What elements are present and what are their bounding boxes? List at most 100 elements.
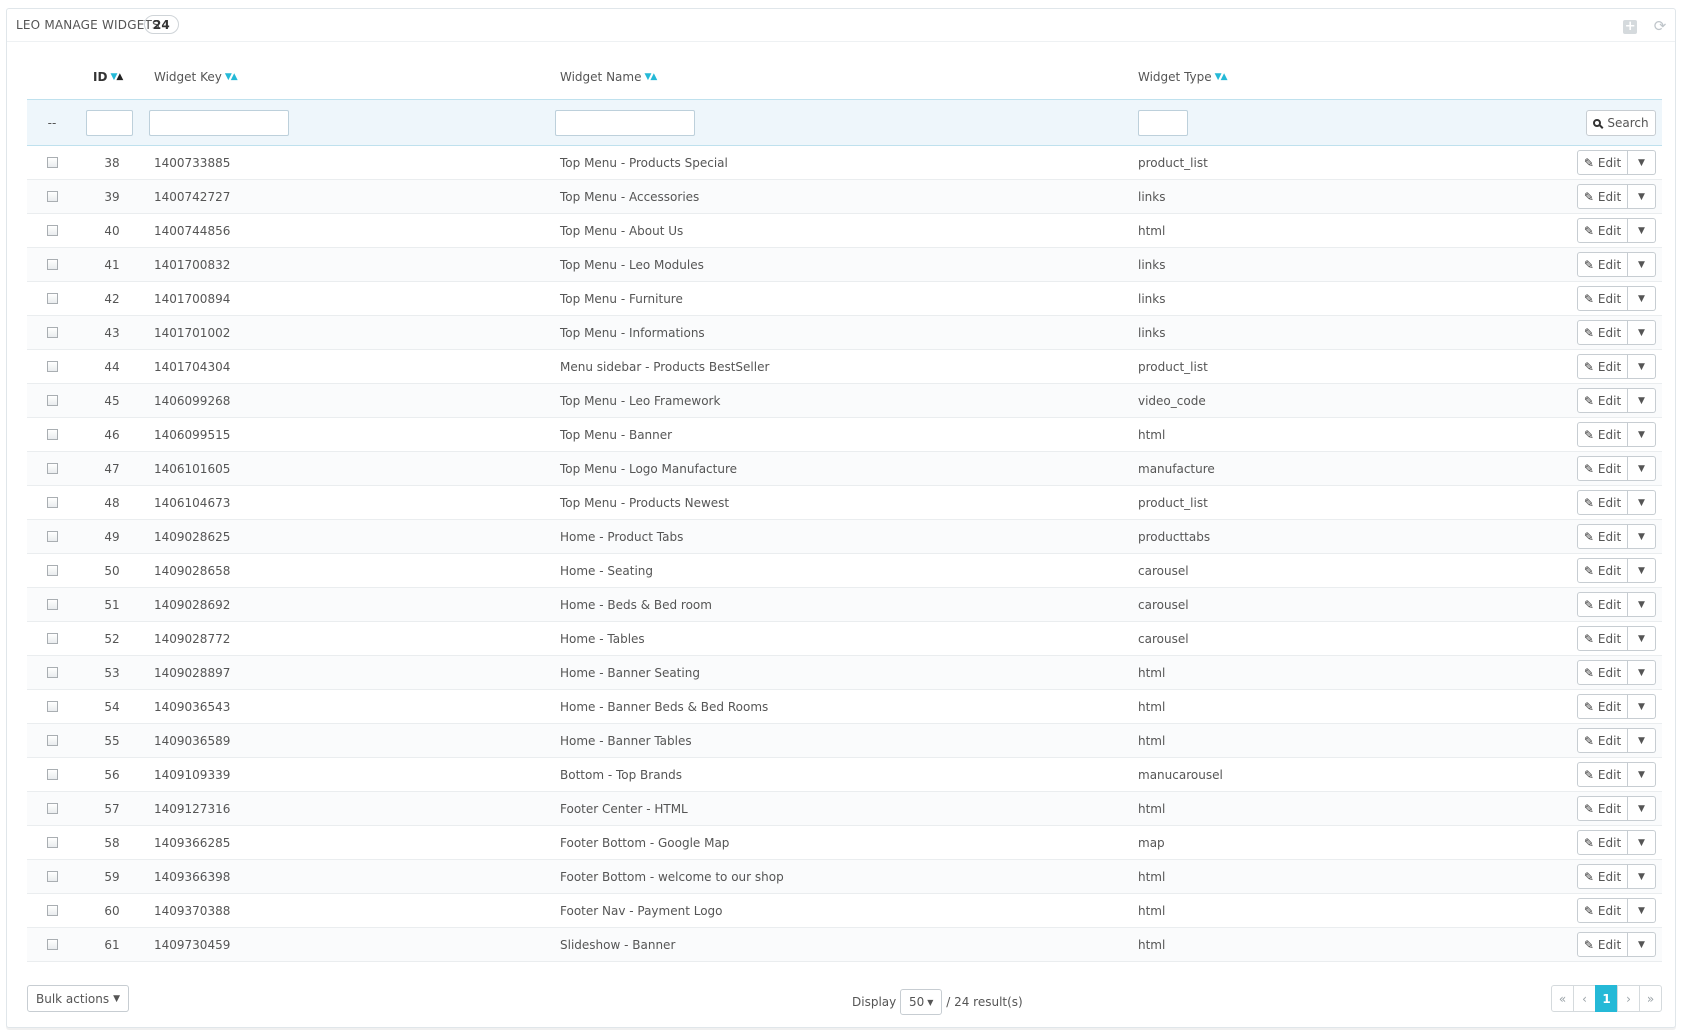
bulk-actions-button[interactable]: Bulk actions ▼ xyxy=(27,985,130,1012)
sort-icon[interactable]: ▼▲ xyxy=(644,72,657,82)
pagination: « ‹ 1 › » xyxy=(1551,985,1662,1012)
edit-button[interactable]: ✎ Edit xyxy=(1577,626,1628,651)
per-page-select[interactable]: 50 ▼ xyxy=(900,989,943,1015)
row-checkbox-cell xyxy=(41,826,63,859)
row-checkbox[interactable] xyxy=(46,497,58,508)
widget-name-filter-input[interactable] xyxy=(555,109,695,136)
caret-down-icon: ▼ xyxy=(1638,327,1645,338)
row-checkbox[interactable] xyxy=(46,463,58,474)
row-checkbox[interactable] xyxy=(46,225,58,236)
column-header-widget-key[interactable]: Widget Key ▼▲ xyxy=(154,55,534,99)
add-new-icon[interactable]: + xyxy=(1621,17,1639,35)
row-widget-name: Home - Beds & Bed room xyxy=(560,597,712,612)
edit-button[interactable]: ✎ Edit xyxy=(1577,388,1628,413)
sort-icon[interactable]: ▼▲ xyxy=(1215,72,1228,82)
row-actions-dropdown-button[interactable]: ▼ xyxy=(1628,490,1656,515)
row-checkbox[interactable] xyxy=(46,633,58,644)
row-checkbox[interactable] xyxy=(46,803,58,814)
row-checkbox[interactable] xyxy=(46,565,58,576)
row-actions-dropdown-button[interactable]: ▼ xyxy=(1628,218,1656,243)
id-filter-input[interactable] xyxy=(86,109,133,136)
edit-button[interactable]: ✎ Edit xyxy=(1577,354,1628,379)
edit-button[interactable]: ✎ Edit xyxy=(1577,252,1628,277)
row-actions-dropdown-button[interactable]: ▼ xyxy=(1628,830,1656,855)
row-actions-dropdown-button[interactable]: ▼ xyxy=(1628,694,1656,719)
row-actions-dropdown-button[interactable]: ▼ xyxy=(1628,422,1656,447)
row-checkbox[interactable] xyxy=(46,599,58,610)
edit-button[interactable]: ✎ Edit xyxy=(1577,796,1628,821)
row-checkbox[interactable] xyxy=(46,837,58,848)
last-page-button[interactable]: » xyxy=(1639,985,1662,1012)
row-checkbox-cell xyxy=(41,758,63,791)
edit-button[interactable]: ✎ Edit xyxy=(1577,422,1628,447)
edit-button[interactable]: ✎ Edit xyxy=(1577,218,1628,243)
row-actions-dropdown-button[interactable]: ▼ xyxy=(1628,864,1656,889)
edit-button[interactable]: ✎ Edit xyxy=(1577,660,1628,685)
edit-button[interactable]: ✎ Edit xyxy=(1577,592,1628,617)
first-page-button[interactable]: « xyxy=(1551,985,1574,1012)
edit-button[interactable]: ✎ Edit xyxy=(1577,830,1628,855)
row-actions-dropdown-button[interactable]: ▼ xyxy=(1628,592,1656,617)
caret-down-icon: ▼ xyxy=(1638,871,1645,882)
edit-button[interactable]: ✎ Edit xyxy=(1577,490,1628,515)
row-actions-dropdown-button[interactable]: ▼ xyxy=(1628,626,1656,651)
column-header-widget-name[interactable]: Widget Name ▼▲ xyxy=(560,55,1120,99)
row-checkbox[interactable] xyxy=(46,701,58,712)
widget-type-filter-input[interactable] xyxy=(1138,109,1188,136)
row-actions-dropdown-button[interactable]: ▼ xyxy=(1628,286,1656,311)
edit-button[interactable]: ✎ Edit xyxy=(1577,762,1628,787)
row-actions-dropdown-button[interactable]: ▼ xyxy=(1628,898,1656,923)
edit-button[interactable]: ✎ Edit xyxy=(1577,694,1628,719)
edit-button[interactable]: ✎ Edit xyxy=(1577,728,1628,753)
widget-key-filter-input[interactable] xyxy=(149,109,289,136)
column-header-widget-type[interactable]: Widget Type ▼▲ xyxy=(1138,55,1438,99)
row-actions-dropdown-button[interactable]: ▼ xyxy=(1628,252,1656,277)
row-checkbox[interactable] xyxy=(46,191,58,202)
row-checkbox[interactable] xyxy=(46,395,58,406)
row-actions-dropdown-button[interactable]: ▼ xyxy=(1628,150,1656,175)
edit-button[interactable]: ✎ Edit xyxy=(1577,932,1628,957)
search-button[interactable]: Search xyxy=(1586,109,1656,136)
edit-button[interactable]: ✎ Edit xyxy=(1577,864,1628,889)
row-actions-dropdown-button[interactable]: ▼ xyxy=(1628,728,1656,753)
row-checkbox[interactable] xyxy=(46,157,58,168)
row-checkbox[interactable] xyxy=(46,293,58,304)
row-actions-dropdown-button[interactable]: ▼ xyxy=(1628,796,1656,821)
next-page-button[interactable]: › xyxy=(1617,985,1640,1012)
row-checkbox[interactable] xyxy=(46,735,58,746)
edit-button[interactable]: ✎ Edit xyxy=(1577,524,1628,549)
refresh-icon[interactable]: ⟳ xyxy=(1651,17,1669,35)
edit-button[interactable]: ✎ Edit xyxy=(1577,150,1628,175)
row-actions-dropdown-button[interactable]: ▼ xyxy=(1628,320,1656,345)
sort-icon[interactable]: ▼▲ xyxy=(225,72,238,82)
row-actions-dropdown-button[interactable]: ▼ xyxy=(1628,932,1656,957)
row-checkbox[interactable] xyxy=(46,259,58,270)
page-1-button[interactable]: 1 xyxy=(1595,985,1618,1012)
sort-icon[interactable]: ▼▲ xyxy=(110,72,123,82)
column-header-id[interactable]: ID ▼▲ xyxy=(85,55,147,99)
edit-button[interactable]: ✎ Edit xyxy=(1577,898,1628,923)
row-checkbox[interactable] xyxy=(46,429,58,440)
row-checkbox[interactable] xyxy=(46,905,58,916)
row-actions-dropdown-button[interactable]: ▼ xyxy=(1628,558,1656,583)
row-actions-dropdown-button[interactable]: ▼ xyxy=(1628,660,1656,685)
edit-button[interactable]: ✎ Edit xyxy=(1577,558,1628,583)
row-actions-dropdown-button[interactable]: ▼ xyxy=(1628,762,1656,787)
row-checkbox[interactable] xyxy=(46,939,58,950)
edit-button[interactable]: ✎ Edit xyxy=(1577,184,1628,209)
row-actions-dropdown-button[interactable]: ▼ xyxy=(1628,184,1656,209)
row-actions-dropdown-button[interactable]: ▼ xyxy=(1628,388,1656,413)
edit-button[interactable]: ✎ Edit xyxy=(1577,286,1628,311)
row-checkbox[interactable] xyxy=(46,769,58,780)
row-checkbox[interactable] xyxy=(46,327,58,338)
row-actions-dropdown-button[interactable]: ▼ xyxy=(1628,456,1656,481)
row-checkbox[interactable] xyxy=(46,531,58,542)
row-actions-dropdown-button[interactable]: ▼ xyxy=(1628,354,1656,379)
row-checkbox[interactable] xyxy=(46,871,58,882)
row-actions-dropdown-button[interactable]: ▼ xyxy=(1628,524,1656,549)
edit-button[interactable]: ✎ Edit xyxy=(1577,320,1628,345)
prev-page-button[interactable]: ‹ xyxy=(1573,985,1596,1012)
row-checkbox[interactable] xyxy=(46,361,58,372)
row-checkbox[interactable] xyxy=(46,667,58,678)
edit-button[interactable]: ✎ Edit xyxy=(1577,456,1628,481)
